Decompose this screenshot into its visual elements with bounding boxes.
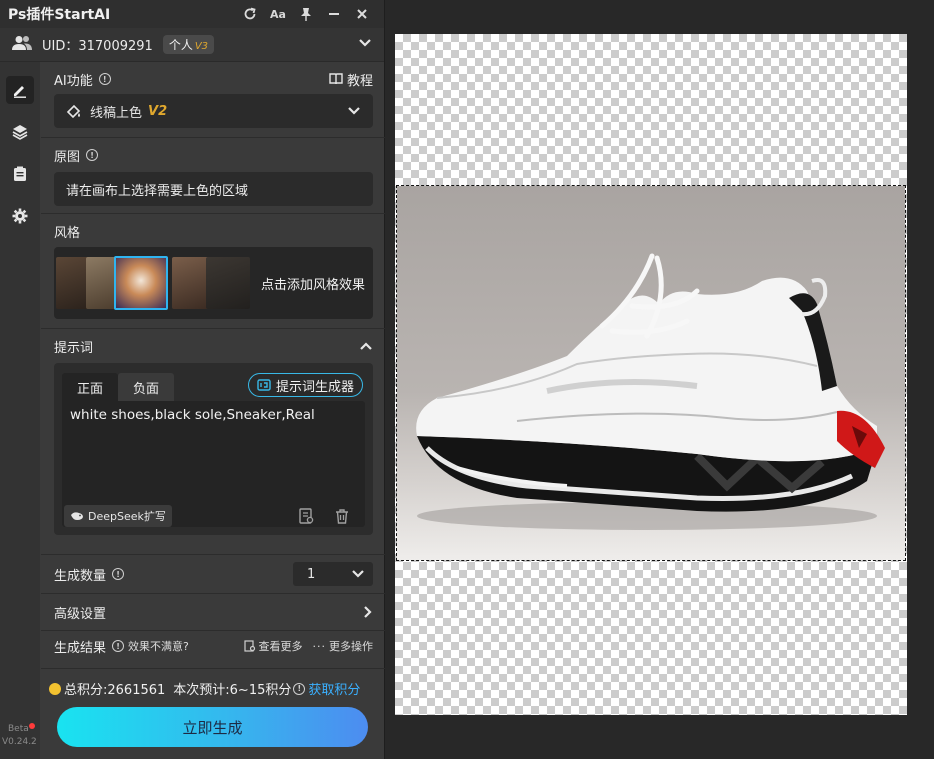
quantity-section: 生成数量 ! 1 — [41, 555, 385, 594]
info-icon[interactable]: ! — [112, 568, 125, 580]
plugin-panel: Ps插件StartAI Aa UID：317009291 个人 V3 Beta … — [0, 0, 385, 759]
source-image-label: 原图 — [54, 149, 81, 165]
plan-badge: 个人 V3 — [162, 35, 215, 54]
clipboard-icon[interactable] — [6, 160, 34, 188]
prompt-generator-label: 提示词生成器 — [275, 379, 354, 395]
uid-text: UID：317009291 — [42, 39, 153, 54]
source-image-section: 原图 ! 请在画布上选择需要上色的区域 — [41, 138, 385, 214]
tab-positive[interactable]: 正面 — [62, 373, 118, 401]
advanced-section[interactable]: 高级设置 — [41, 594, 385, 631]
style-section: 风格 点击添加风格效果 — [41, 214, 385, 329]
results-label: 生成结果 — [54, 640, 107, 656]
coin-icon — [49, 682, 61, 695]
font-size-button[interactable]: Aa — [264, 4, 292, 24]
style-add-text: 点击添加风格效果 — [260, 278, 365, 293]
generate-button[interactable]: 立即生成 — [57, 707, 368, 747]
beta-label: Beta — [8, 724, 29, 734]
info-icon[interactable]: ! — [112, 640, 125, 652]
points-total: 总积分:2661561 — [64, 683, 166, 698]
account-bar[interactable]: UID：317009291 个人 V3 — [0, 28, 384, 62]
plan-label: 个人 — [168, 38, 193, 52]
whale-icon — [71, 512, 83, 520]
style-label: 风格 — [54, 225, 81, 241]
style-picker[interactable]: 点击添加风格效果 — [54, 247, 373, 319]
info-icon[interactable]: ! — [98, 73, 111, 85]
gear-icon[interactable] — [6, 202, 34, 230]
chevron-down-icon — [352, 570, 364, 578]
deepseek-label: DeepSeek扩写 — [88, 510, 166, 523]
more-actions-label: 更多操作 — [329, 640, 373, 653]
layers-icon[interactable] — [6, 118, 34, 146]
get-points-link[interactable]: 获取积分 — [308, 679, 360, 698]
advanced-label: 高级设置 — [54, 606, 107, 622]
prompt-box: 正面 负面 提示词生成器 white shoes,black sole,Snea… — [54, 363, 373, 535]
info-icon[interactable]: ! — [293, 682, 306, 695]
view-more-icon — [243, 640, 255, 652]
ai-function-dropdown[interactable]: 线稿上色 V2 — [54, 94, 373, 128]
points-estimate: 本次预计:6~15积分 — [173, 683, 292, 698]
generator-icon — [257, 379, 271, 391]
chevron-right-icon — [364, 606, 372, 618]
ai-function-label: AI功能 — [54, 73, 93, 89]
minimize-icon[interactable] — [320, 4, 348, 24]
document-canvas[interactable] — [395, 34, 907, 715]
tutorial-link[interactable]: 教程 — [329, 70, 373, 89]
ai-function-selected: 线稿上色 — [90, 105, 143, 121]
quantity-select[interactable]: 1 — [293, 562, 373, 586]
pin-icon[interactable] — [292, 4, 320, 24]
notification-dot — [28, 723, 35, 729]
points-bar: 总积分:2661561 本次预计:6~15积分 ! 获取积分 — [49, 679, 360, 698]
quantity-value: 1 — [307, 566, 316, 582]
tutorial-label: 教程 — [346, 73, 373, 89]
refresh-icon[interactable] — [236, 4, 264, 24]
chevron-down-icon — [348, 107, 360, 115]
prompt-generator-button[interactable]: 提示词生成器 — [247, 373, 363, 397]
prompt-section: 提示词 正面 负面 提示词生成器 white shoes,black sole,… — [41, 329, 385, 555]
prompt-library-icon[interactable] — [297, 507, 315, 525]
book-icon — [329, 73, 343, 85]
panel-content: AI功能 ! 教程 线稿上色 V2 原图 ! 请在画布上选择需要上色的区域 风格… — [41, 62, 385, 759]
divider — [41, 668, 385, 669]
canvas-area[interactable] — [385, 0, 934, 759]
more-actions-link[interactable]: ··· 更多操作 — [313, 638, 374, 654]
info-icon[interactable]: ! — [86, 149, 99, 161]
ai-function-version: V2 — [148, 103, 168, 119]
style-thumb-selected — [114, 256, 168, 310]
trash-icon[interactable] — [333, 507, 351, 525]
style-thumb — [206, 257, 250, 309]
style-thumb — [172, 257, 210, 309]
plan-version: V3 — [194, 41, 209, 52]
source-image-field[interactable]: 请在画布上选择需要上色的区域 — [54, 172, 373, 206]
unsatisfied-link[interactable]: 效果不满意? — [128, 638, 189, 654]
more-dots-icon: ··· — [312, 639, 326, 653]
quantity-label: 生成数量 — [54, 568, 107, 584]
chevron-down-icon[interactable] — [358, 37, 372, 52]
close-icon[interactable] — [348, 4, 376, 24]
view-more-link[interactable]: 查看更多 — [243, 638, 303, 654]
title-bar: Ps插件StartAI Aa — [0, 0, 384, 28]
ai-function-section: AI功能 ! 教程 线稿上色 V2 — [41, 62, 385, 138]
paint-bucket-icon — [66, 104, 81, 119]
prompt-label: 提示词 — [54, 340, 94, 356]
results-section: 生成结果 ! 效果不满意? 查看更多 ··· 更多操作 — [41, 631, 385, 671]
view-more-label: 查看更多 — [258, 640, 303, 653]
sneaker-photo — [397, 186, 905, 560]
sidebar: Beta V0.24.2 — [0, 62, 40, 759]
version-info: Beta V0.24.2 — [2, 723, 37, 749]
chevron-up-icon[interactable] — [359, 341, 373, 351]
tab-negative[interactable]: 负面 — [118, 373, 174, 401]
users-icon — [12, 35, 32, 55]
deepseek-button[interactable]: DeepSeek扩写 — [64, 505, 172, 527]
version-label: V0.24.2 — [2, 737, 37, 747]
window-title: Ps插件StartAI — [8, 7, 111, 23]
edit-icon[interactable] — [6, 76, 34, 104]
